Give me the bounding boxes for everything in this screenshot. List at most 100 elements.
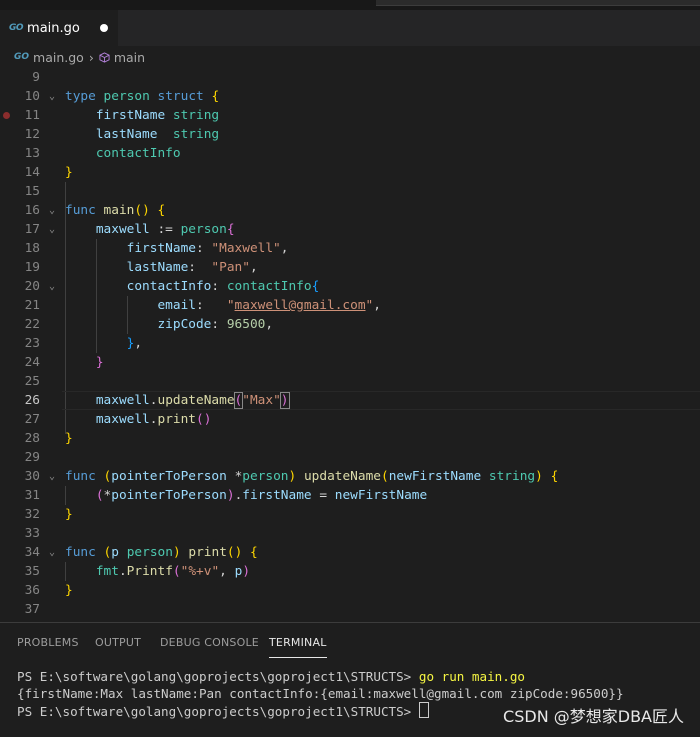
breadcrumb: GO main.go › main: [0, 46, 700, 68]
code-token: ): [535, 469, 543, 484]
code-line-current: 26 maxwell.updateName("Max"): [0, 391, 700, 410]
code-token: ,: [265, 317, 274, 332]
code-token: ): [279, 392, 290, 409]
panel-tabs: PROBLEMS OUTPUT DEBUG CONSOLE TERMINAL: [0, 623, 700, 661]
code-token: 96500: [226, 317, 266, 332]
code-token: string: [172, 127, 220, 142]
breadcrumb-file[interactable]: main.go: [33, 50, 84, 65]
fold-chevron-icon[interactable]: ⌄: [49, 277, 59, 296]
code-token: lastName: [126, 260, 189, 275]
code-token: updateName: [303, 469, 381, 484]
line-number: 18: [24, 241, 40, 256]
cube-icon: [99, 51, 110, 63]
code-line: 25: [0, 372, 700, 391]
line-number: 34: [24, 545, 40, 560]
code-line: 30 ⌄ func (pointerToPerson *person) update…: [0, 467, 700, 486]
code-token: person: [126, 545, 173, 560]
code-editor[interactable]: 9 10 ⌄ type person struct { 11 firstName s…: [0, 68, 700, 622]
code-line: 37: [0, 600, 700, 619]
line-number: 13: [24, 146, 40, 161]
code-token: :=: [149, 222, 181, 237]
code-line: 22 zipCode: 96500,: [0, 315, 700, 334]
code-token: struct: [157, 89, 204, 104]
code-line: 33: [0, 524, 700, 543]
code-token: maxwell: [95, 222, 150, 237]
code-token: "Max": [242, 393, 281, 408]
unsaved-dot-icon[interactable]: [100, 24, 108, 32]
tab-main-go[interactable]: GO main.go: [0, 10, 118, 46]
code-token: newFirstName: [334, 488, 428, 503]
code-token: pointerToPerson: [111, 469, 227, 484]
code-token: :: [195, 241, 204, 256]
tab-terminal[interactable]: TERMINAL: [269, 636, 327, 658]
code-token: :: [211, 279, 220, 294]
code-token: pointerToPerson: [111, 488, 227, 503]
code-line: 34 ⌄ func (p person) print() {: [0, 543, 700, 562]
line-number: 23: [24, 336, 40, 351]
code-token: ): [288, 469, 297, 484]
title-strip: [0, 0, 700, 10]
code-token: firstName: [95, 108, 166, 123]
fold-chevron-icon[interactable]: ⌄: [49, 467, 59, 486]
line-number: 32: [24, 507, 40, 522]
code-token: "%+v": [180, 564, 220, 579]
code-token: ): [172, 545, 181, 560]
code-line: 20 ⌄ contactInfo: contactInfo{: [0, 277, 700, 296]
tab-problems[interactable]: PROBLEMS: [17, 636, 79, 649]
line-number: 19: [24, 260, 40, 275]
code-line: 11 firstName string: [0, 106, 700, 125]
line-number: 17: [24, 222, 40, 237]
code-line: 15: [0, 182, 700, 201]
code-token: :: [211, 317, 220, 332]
code-token: ,: [134, 336, 143, 351]
line-number: 14: [24, 165, 40, 180]
line-number: 33: [24, 526, 40, 541]
line-number: 31: [24, 488, 40, 503]
code-token: zipCode: [157, 317, 212, 332]
code-token: Printf: [126, 564, 173, 579]
fold-chevron-icon[interactable]: ⌄: [49, 220, 59, 239]
go-file-icon: GO: [9, 23, 24, 33]
terminal-command: go run main.go: [418, 669, 526, 684]
tab-output[interactable]: OUTPUT: [95, 636, 141, 649]
code-token: }: [65, 507, 73, 522]
fold-chevron-icon[interactable]: ⌄: [49, 201, 59, 220]
code-token: :: [188, 260, 196, 275]
line-number: 35: [24, 564, 40, 579]
code-token: ,: [280, 241, 289, 256]
code-token: newFirstName: [388, 469, 482, 484]
code-token: contactInfo: [126, 279, 212, 294]
code-token: (): [196, 412, 212, 427]
fold-chevron-icon[interactable]: ⌄: [49, 543, 59, 562]
code-token: (: [95, 488, 104, 503]
code-token: {: [157, 203, 166, 218]
code-token: func: [65, 203, 96, 218]
code-token: {: [311, 279, 320, 294]
tab-debug-console[interactable]: DEBUG CONSOLE: [160, 636, 259, 649]
line-number: 26: [24, 393, 40, 408]
code-line: 31 (*pointerToPerson).firstName = newFir…: [0, 486, 700, 505]
line-number: 11: [24, 108, 40, 123]
code-token: string: [488, 469, 536, 484]
code-line: 13 contactInfo: [0, 144, 700, 163]
code-line: 35 fmt.Printf("%+v", p): [0, 562, 700, 581]
chevron-right-icon: ›: [88, 49, 94, 65]
code-token: p: [111, 545, 119, 560]
code-token: lastName: [95, 127, 158, 142]
code-line: 9: [0, 68, 700, 87]
line-number: 10: [24, 89, 40, 104]
code-token: (: [381, 469, 389, 484]
breadcrumb-symbol[interactable]: main: [114, 50, 145, 65]
code-token: print: [188, 545, 227, 560]
email-link[interactable]: maxwell@gmail.com: [235, 298, 366, 313]
code-line: 18 firstName: "Maxwell",: [0, 239, 700, 258]
fold-chevron-icon[interactable]: ⌄: [49, 87, 59, 106]
code-line: 36}: [0, 581, 700, 600]
code-token: string: [172, 108, 220, 123]
code-token: firstName: [126, 241, 196, 256]
line-number: 9: [32, 70, 40, 85]
code-line: 16 ⌄ func main() {: [0, 201, 700, 220]
code-token: =: [311, 488, 335, 503]
code-token: ,: [373, 298, 381, 313]
code-token: (): [134, 203, 150, 218]
